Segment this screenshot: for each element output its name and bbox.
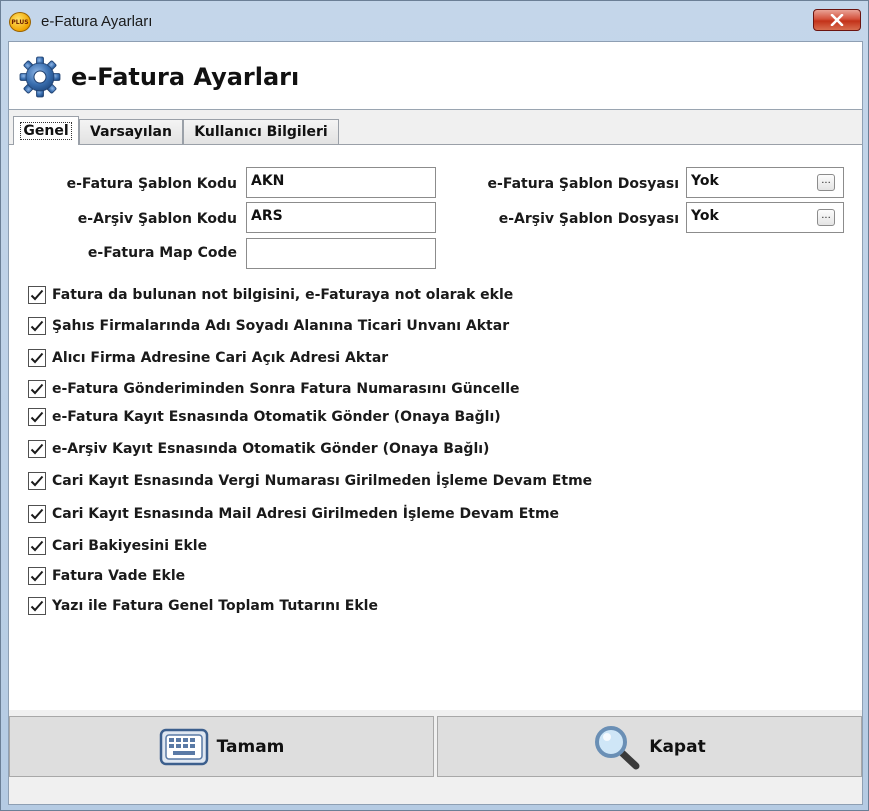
checkbox[interactable] — [28, 349, 46, 367]
option-fatura-vade[interactable]: Fatura Vade Ekle — [28, 566, 185, 586]
option-label: Cari Kayıt Esnasında Vergi Numarası Giri… — [52, 473, 593, 489]
tab-kullanici-bilgileri[interactable]: Kullanıcı Bilgileri — [183, 119, 339, 144]
tab-label: Kullanıcı Bilgileri — [194, 124, 328, 140]
ok-button-label: Tamam — [216, 736, 285, 757]
close-button[interactable]: Kapat — [437, 716, 862, 777]
option-yazi-toplam[interactable]: Yazı ile Fatura Genel Toplam Tutarını Ek… — [28, 596, 378, 616]
option-label: Şahıs Firmalarında Adı Soyadı Alanına Ti… — [52, 318, 510, 334]
keyboard-icon — [159, 728, 208, 765]
option-label: Fatura Vade Ekle — [52, 568, 186, 584]
checkbox[interactable] — [28, 537, 46, 555]
ok-button[interactable]: Tamam — [9, 716, 434, 777]
browse-button[interactable]: ... — [817, 209, 835, 226]
efatura-map-code-label: e-Fatura Map Code — [87, 245, 237, 261]
checkbox[interactable] — [28, 597, 46, 615]
option-earsiv-otomatik[interactable]: e-Arşiv Kayıt Esnasında Otomatik Gönder … — [28, 439, 489, 459]
checkmark-icon — [30, 600, 44, 612]
earsiv-template-code-label: e-Arşiv Şablon Kodu — [77, 211, 237, 227]
checkmark-icon — [30, 289, 44, 301]
file-value: Yok — [691, 208, 719, 224]
option-sahis-firma[interactable]: Şahıs Firmalarında Adı Soyadı Alanına Ti… — [28, 316, 509, 336]
tab-varsayilan[interactable]: Varsayılan — [79, 119, 183, 144]
checkbox[interactable] — [28, 408, 46, 426]
page-title: e-Fatura Ayarları — [71, 63, 300, 91]
option-label: e-Fatura Gönderiminden Sonra Fatura Numa… — [52, 381, 520, 397]
checkmark-icon — [30, 540, 44, 552]
efatura-map-code-input[interactable] — [246, 238, 436, 269]
gear-icon — [19, 56, 61, 98]
option-not-to-efatura[interactable]: Fatura da bulunan not bilgisini, e-Fatur… — [28, 285, 513, 305]
checkbox[interactable] — [28, 472, 46, 490]
browse-button[interactable]: ... — [817, 174, 835, 191]
tab-genel[interactable]: Genel — [13, 116, 79, 145]
efatura-template-code-input[interactable]: AKN — [246, 167, 436, 198]
magnifier-icon — [595, 725, 640, 769]
checkbox[interactable] — [28, 317, 46, 335]
checkbox[interactable] — [28, 380, 46, 398]
checkmark-icon — [30, 443, 44, 455]
option-label: e-Arşiv Kayıt Esnasında Otomatik Gönder … — [52, 441, 490, 457]
option-label: Cari Bakiyesini Ekle — [52, 538, 208, 554]
app-logo-icon: PLUS — [9, 12, 31, 32]
option-label: Yazı ile Fatura Genel Toplam Tutarını Ek… — [52, 598, 378, 614]
tab-panel-genel: e-Fatura Şablon Kodu AKN e-Arşiv Şablon … — [9, 144, 862, 710]
option-mail-adresi[interactable]: Cari Kayıt Esnasında Mail Adresi Girilme… — [28, 504, 559, 524]
option-label: e-Fatura Kayıt Esnasında Otomatik Gönder… — [52, 409, 501, 425]
close-icon — [830, 14, 844, 26]
window-close-button[interactable] — [813, 9, 861, 31]
option-cari-bakiye[interactable]: Cari Bakiyesini Ekle — [28, 536, 207, 556]
earsiv-template-file-label: e-Arşiv Şablon Dosyası — [498, 211, 679, 227]
checkmark-icon — [30, 352, 44, 364]
file-value: Yok — [691, 173, 719, 189]
checkbox[interactable] — [28, 567, 46, 585]
checkbox[interactable] — [28, 286, 46, 304]
checkmark-icon — [30, 475, 44, 487]
checkmark-icon — [30, 411, 44, 423]
efatura-template-file-label: e-Fatura Şablon Dosyası — [487, 176, 679, 192]
close-button-label: Kapat — [649, 736, 706, 757]
checkmark-icon — [30, 570, 44, 582]
option-fatura-numara[interactable]: e-Fatura Gönderiminden Sonra Fatura Numa… — [28, 379, 520, 399]
efatura-template-code-label: e-Fatura Şablon Kodu — [66, 176, 237, 192]
tab-label: Genel — [20, 122, 72, 140]
option-efatura-otomatik[interactable]: e-Fatura Kayıt Esnasında Otomatik Gönder… — [28, 407, 501, 427]
checkmark-icon — [30, 508, 44, 520]
tab-label: Varsayılan — [90, 124, 172, 140]
checkmark-icon — [30, 320, 44, 332]
option-label: Alıcı Firma Adresine Cari Açık Adresi Ak… — [52, 350, 389, 366]
window-title: e-Fatura Ayarları — [41, 13, 153, 30]
dialog-body: e-Fatura Ayarları Genel Varsayılan Kulla… — [8, 41, 863, 805]
earsiv-template-code-input[interactable]: ARS — [246, 202, 436, 233]
option-alici-adres[interactable]: Alıcı Firma Adresine Cari Açık Adresi Ak… — [28, 348, 388, 368]
title-bar[interactable]: PLUS e-Fatura Ayarları — [1, 1, 868, 41]
tab-strip: Genel Varsayılan Kullanıcı Bilgileri — [11, 116, 851, 145]
checkbox[interactable] — [28, 505, 46, 523]
checkbox[interactable] — [28, 440, 46, 458]
app-window: PLUS e-Fatura Ayarları e-Fatura Ayarları… — [0, 0, 869, 811]
header-panel: e-Fatura Ayarları — [9, 42, 862, 110]
option-vergi-numarasi[interactable]: Cari Kayıt Esnasında Vergi Numarası Giri… — [28, 471, 592, 491]
option-label: Cari Kayıt Esnasında Mail Adresi Girilme… — [52, 506, 560, 522]
option-label: Fatura da bulunan not bilgisini, e-Fatur… — [52, 287, 514, 303]
checkmark-icon — [30, 383, 44, 395]
status-bar — [9, 784, 862, 804]
